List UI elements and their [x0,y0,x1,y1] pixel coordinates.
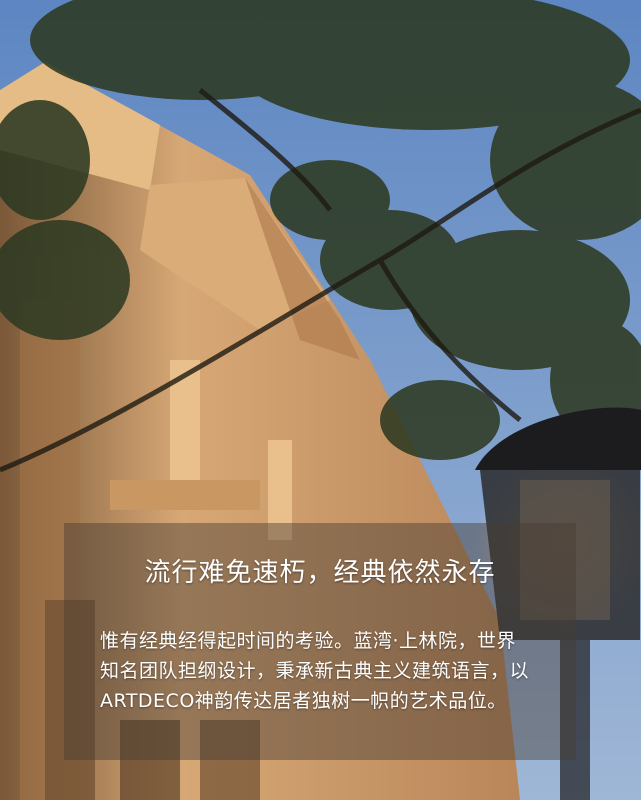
description-paragraph: 惟有经典经得起时间的考验。蓝湾·上林院，世界 知名团队担纲设计，秉承新古典主义建… [100,626,550,716]
description-line: 惟有经典经得起时间的考验。蓝湾·上林院，世界 [100,630,517,652]
description-line: 知名团队担纲设计，秉承新古典主义建筑语言，以 [100,660,530,682]
description-line: ARTDECO神韵传达居者独树一帜的艺术品位。 [100,690,507,712]
headline: 流行难免速朽，经典依然永存 [144,558,496,588]
